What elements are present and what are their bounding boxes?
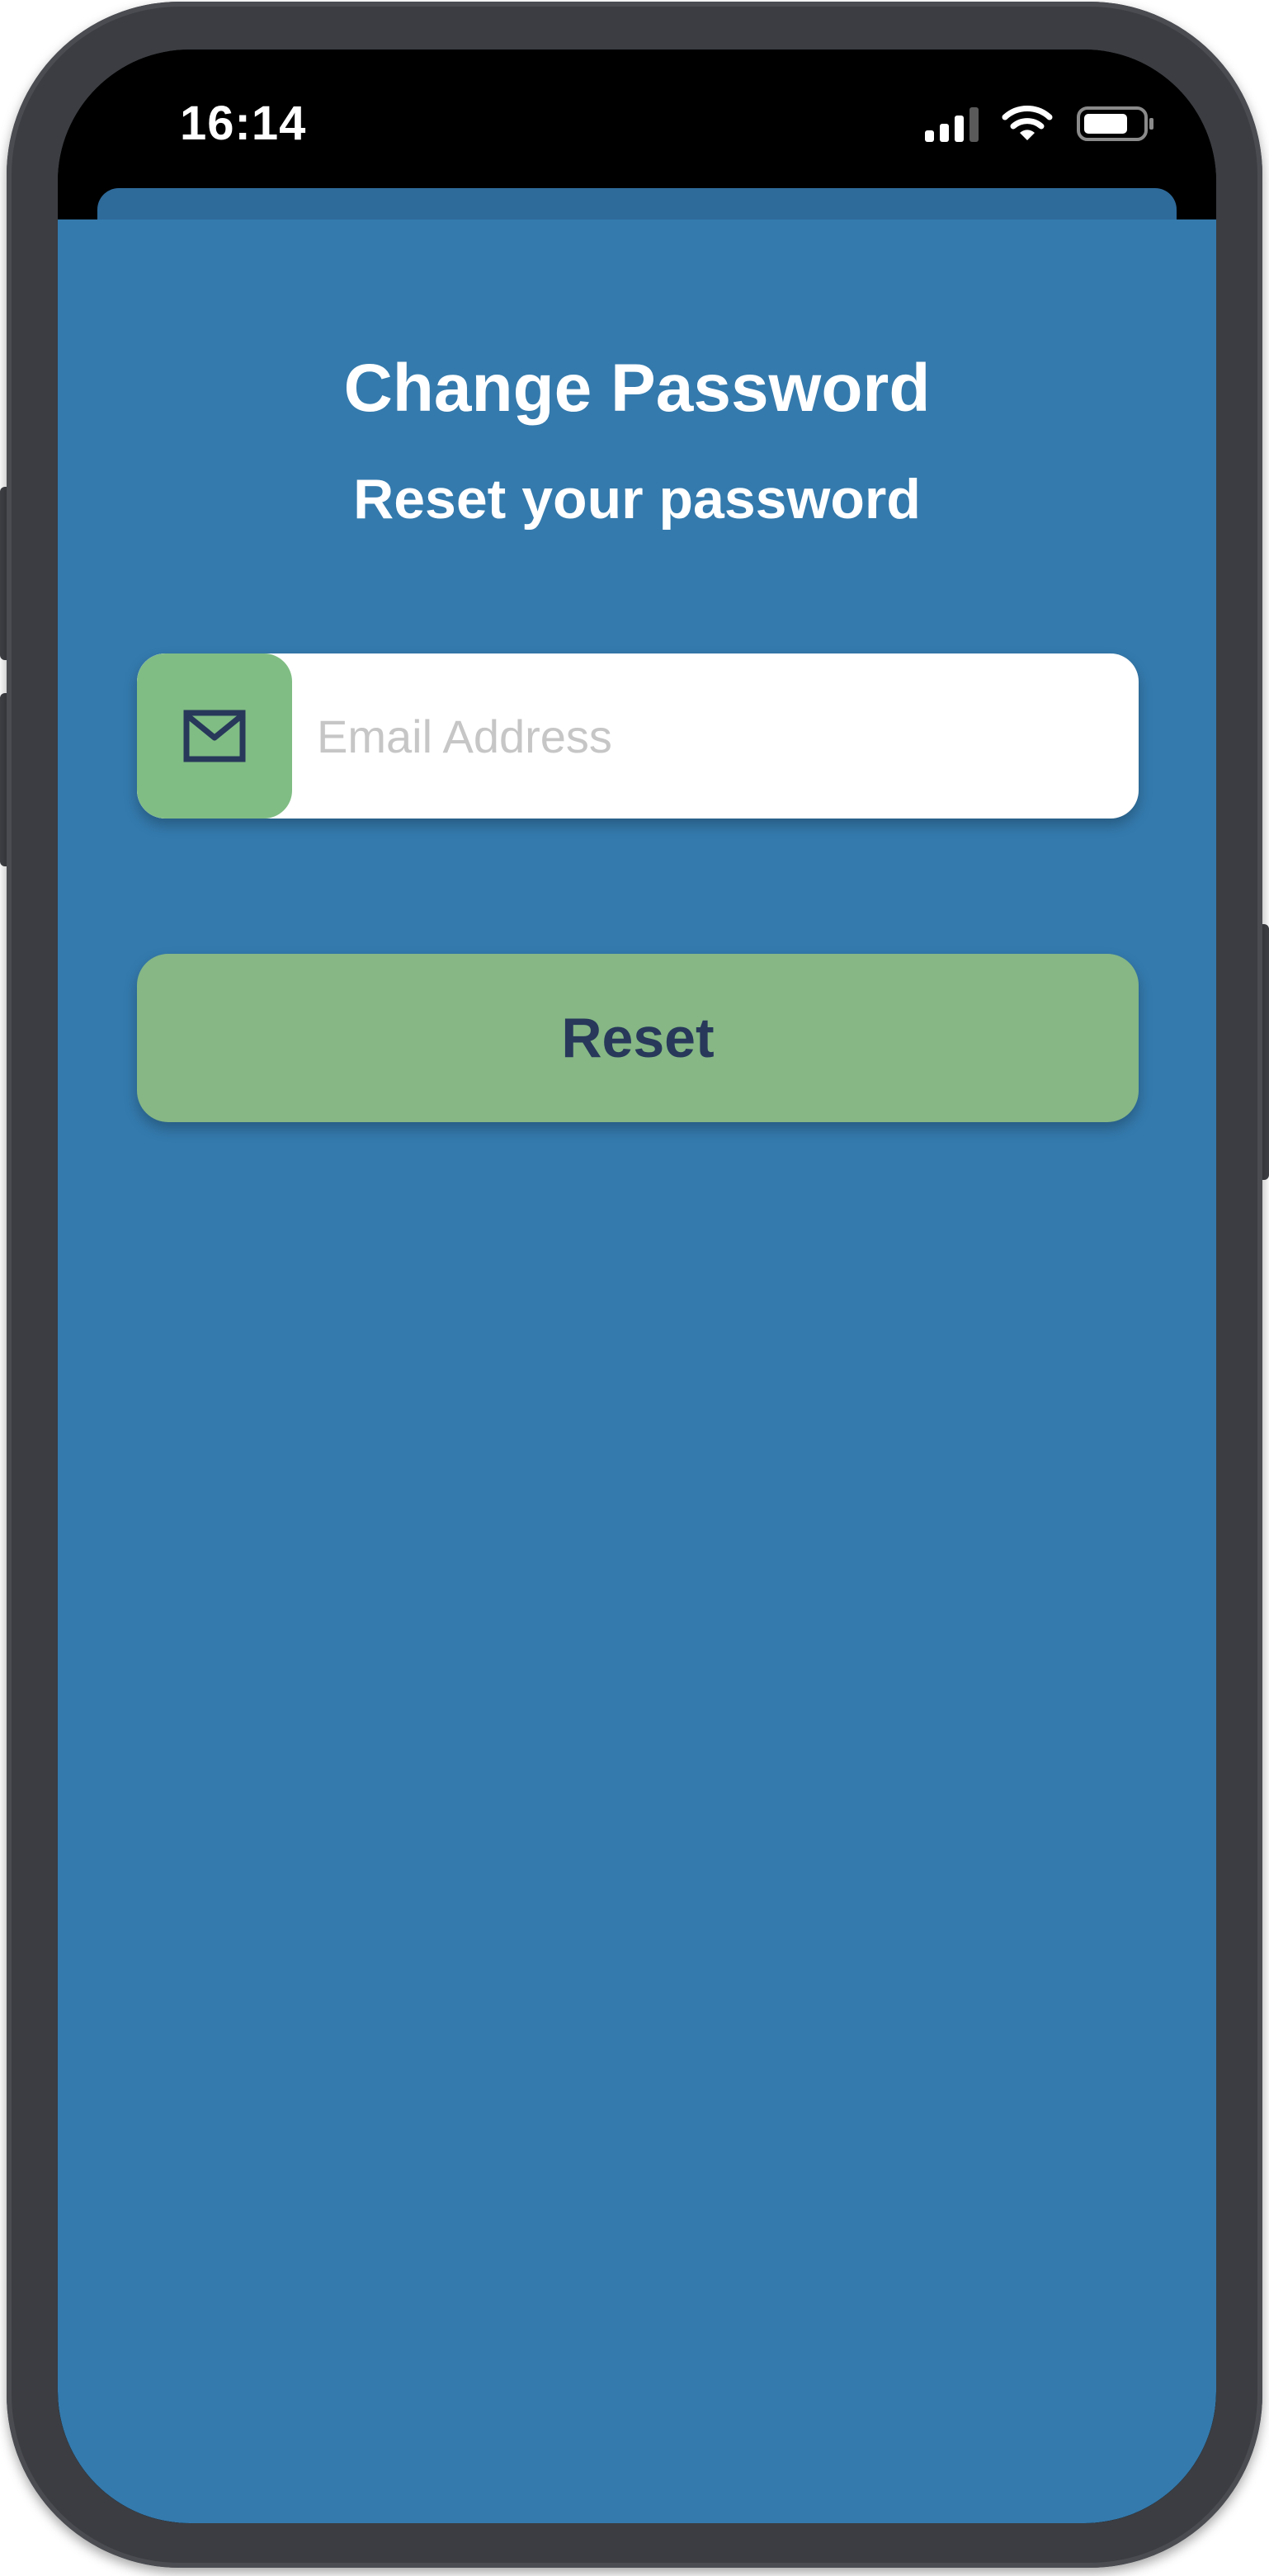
change-password-sheet: Change Password Reset your password Rese…	[58, 219, 1216, 2523]
status-time: 16:14	[180, 97, 307, 150]
email-field[interactable]	[137, 653, 1139, 819]
page-title: Change Password	[343, 351, 931, 426]
email-icon-box	[137, 653, 292, 819]
reset-button[interactable]: Reset	[137, 954, 1139, 1122]
email-input[interactable]	[317, 653, 1109, 819]
envelope-icon	[183, 710, 246, 762]
status-icons	[925, 104, 1155, 142]
page: 16:14 Change Password Reset your passwor…	[0, 0, 1269, 2576]
cellular-signal-icon	[925, 106, 979, 142]
page-subtitle: Reset your password	[353, 468, 921, 531]
wifi-icon	[1002, 106, 1053, 140]
device-screen: 16:14 Change Password Reset your passwor…	[58, 50, 1216, 2523]
battery-icon	[1077, 106, 1153, 141]
device-frame: 16:14 Change Password Reset your passwor…	[7, 2, 1262, 2568]
